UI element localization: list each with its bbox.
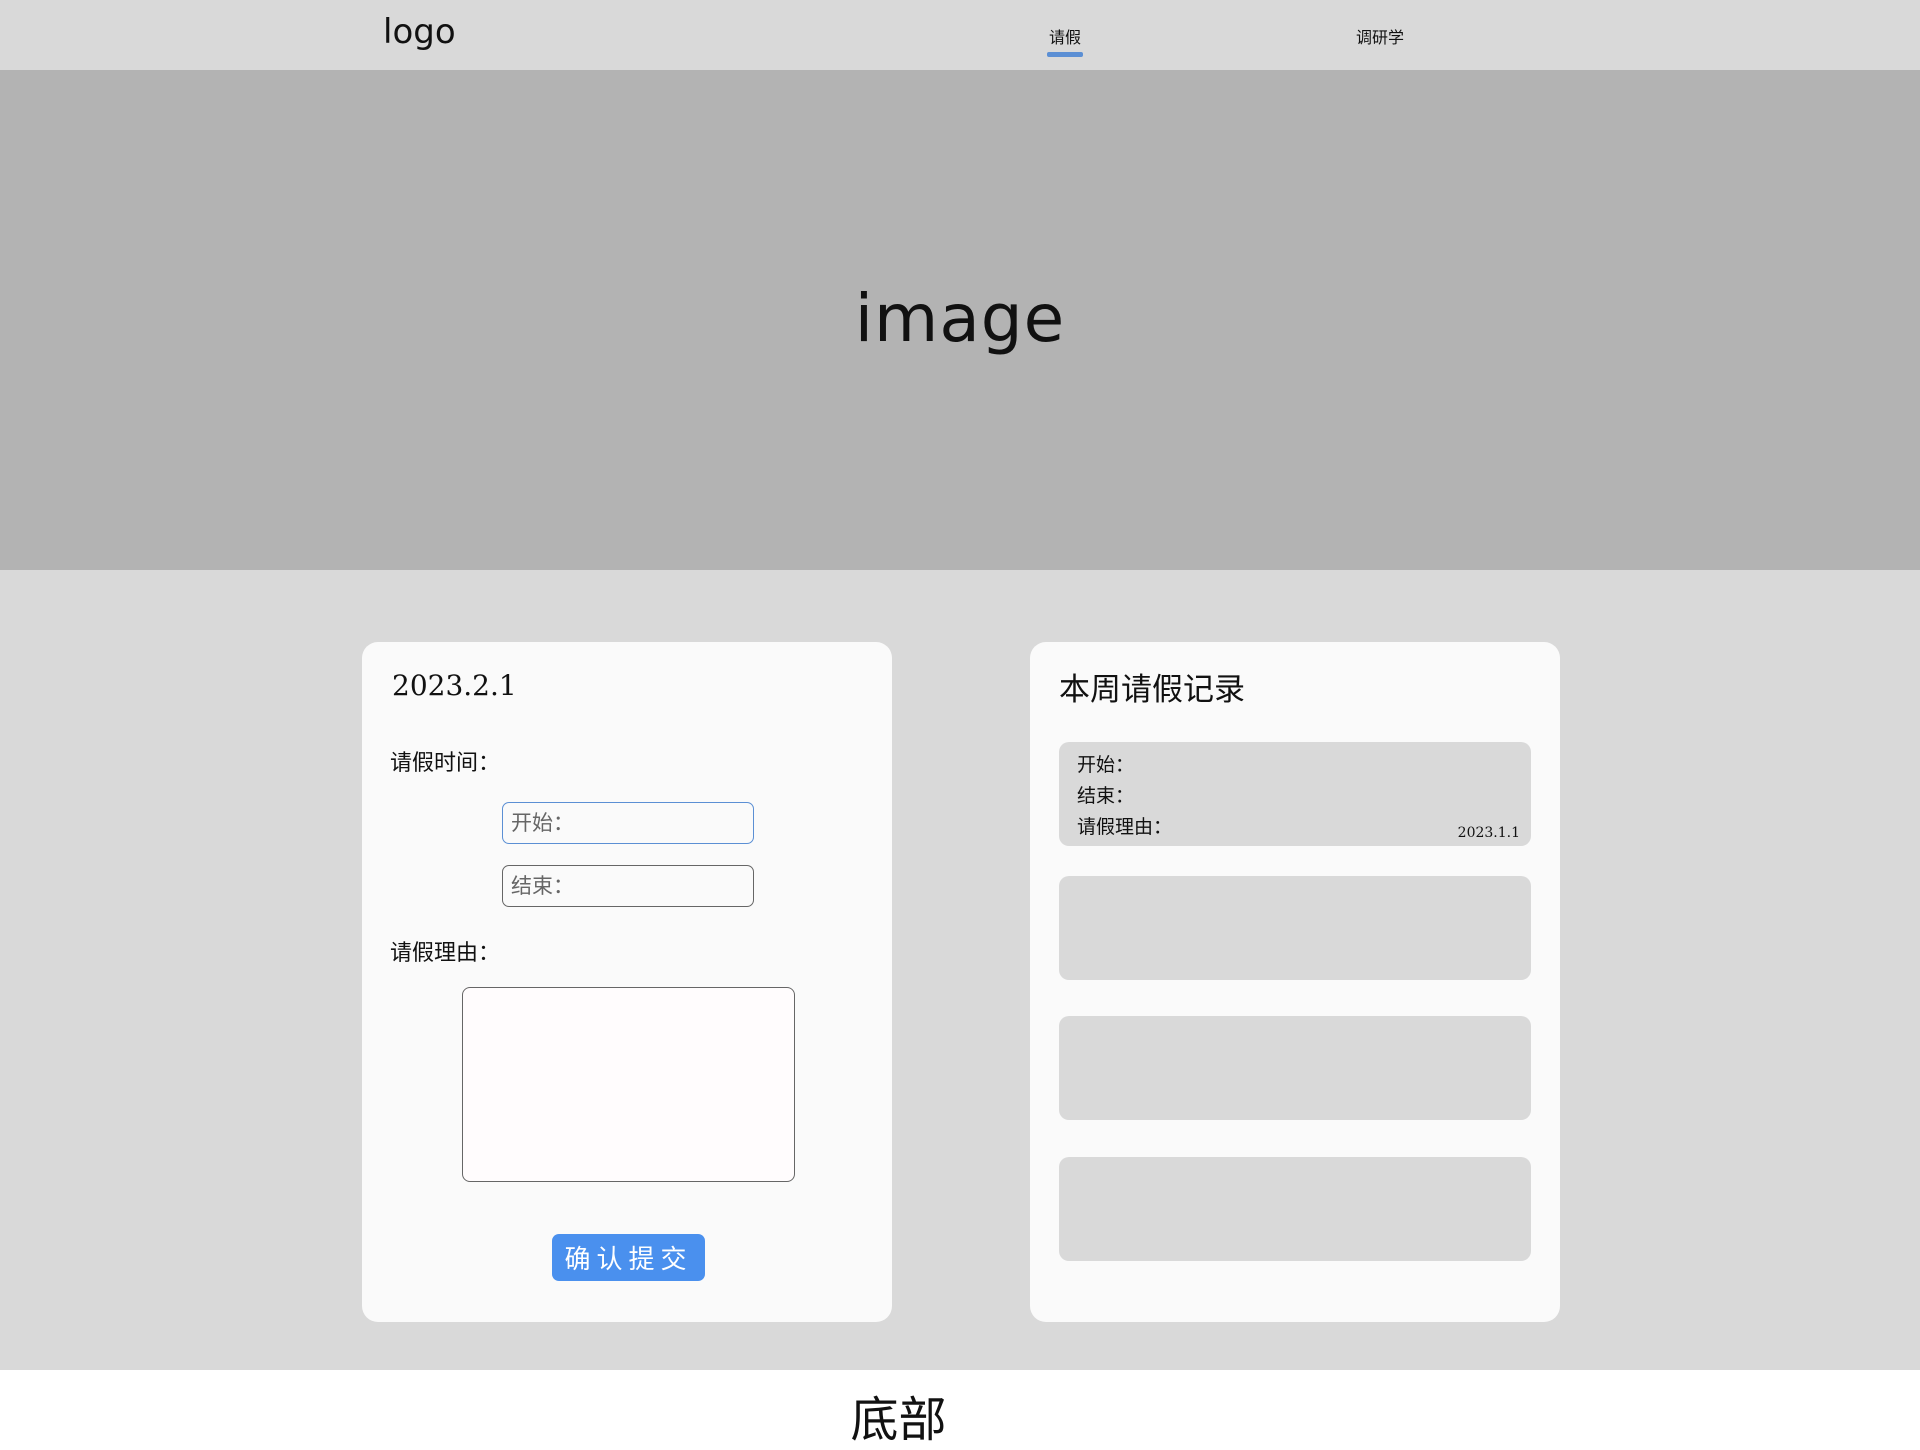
start-time-input[interactable] — [502, 802, 754, 844]
record-end-label: 结束： — [1077, 785, 1135, 807]
record-date: 2023.1.1 — [1457, 825, 1520, 841]
leave-reason-textarea[interactable] — [462, 987, 795, 1182]
leave-form-card: 2023.2.1 请假时间： 请假理由： 确认提交 — [362, 642, 892, 1322]
end-time-input[interactable] — [502, 865, 754, 907]
logo: logo — [383, 12, 456, 52]
record-item[interactable]: 开始： 结束： 请假理由： 2023.1.1 — [1059, 742, 1531, 846]
footer-text: 底部 — [850, 1392, 947, 1448]
nav-active-indicator — [1047, 52, 1083, 57]
record-start-label: 开始： — [1077, 754, 1135, 776]
header: logo 请假 调研学 — [0, 0, 1920, 70]
form-date: 2023.2.1 — [392, 669, 517, 702]
nav-item-research[interactable]: 调研学 — [1356, 24, 1404, 48]
hero-banner: image — [0, 70, 1920, 570]
nav-item-leave[interactable]: 请假 — [1049, 24, 1081, 48]
record-item[interactable] — [1059, 1016, 1531, 1120]
submit-button[interactable]: 确认提交 — [552, 1234, 705, 1281]
leave-reason-label: 请假理由： — [390, 941, 501, 966]
leave-time-label: 请假时间： — [390, 751, 501, 776]
records-title: 本周请假记录 — [1059, 672, 1245, 708]
record-reason-label: 请假理由： — [1077, 816, 1173, 838]
leave-records-card: 本周请假记录 开始： 结束： 请假理由： 2023.1.1 — [1030, 642, 1560, 1322]
main-content: 2023.2.1 请假时间： 请假理由： 确认提交 本周请假记录 开始： 结束：… — [0, 570, 1920, 1370]
footer: 底部 — [0, 1370, 1920, 1449]
hero-image-placeholder: image — [854, 280, 1066, 357]
record-item[interactable] — [1059, 876, 1531, 980]
record-item[interactable] — [1059, 1157, 1531, 1261]
